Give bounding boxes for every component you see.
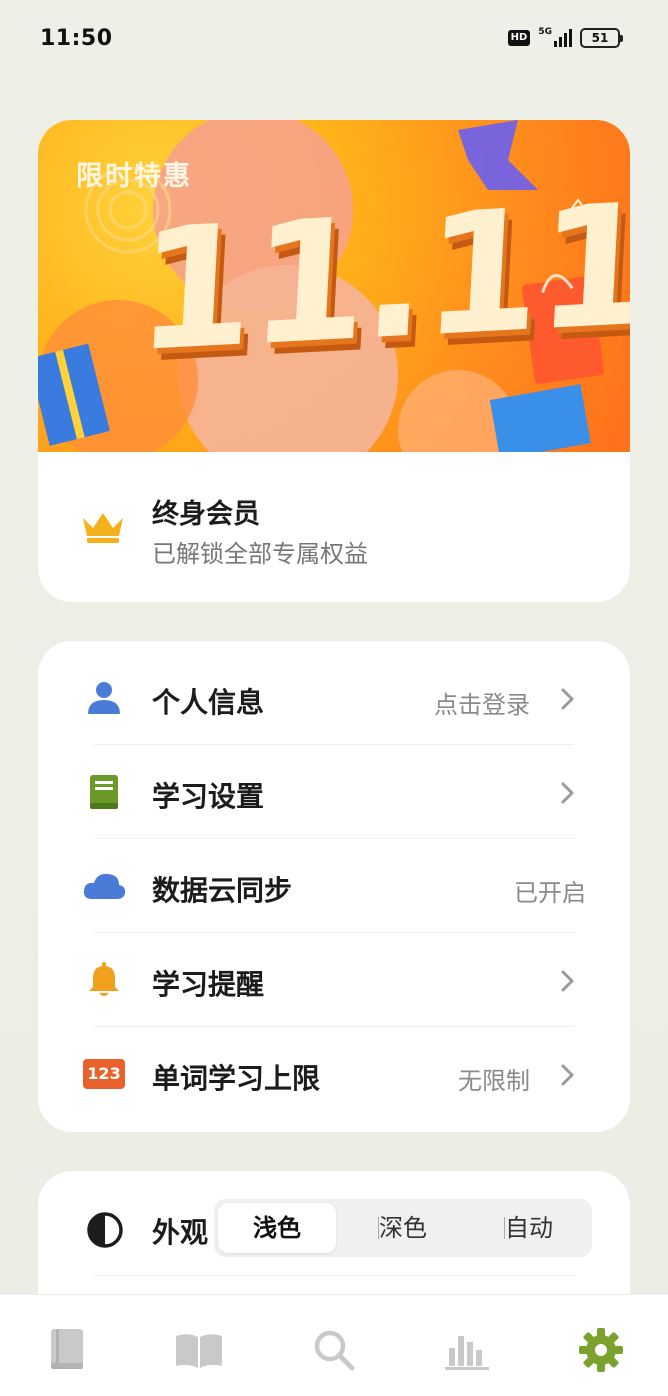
settings-row-word-limit[interactable]: 123 单词学习上限 无限制: [38, 1027, 630, 1121]
settings-row-cloud-sync[interactable]: 数据云同步 已开启: [38, 839, 630, 933]
settings-row-value: 已开启: [514, 879, 586, 907]
tab-stats[interactable]: [442, 1325, 492, 1375]
tab-settings[interactable]: [576, 1325, 626, 1375]
status-bar: 11:50 HD 5G 51: [0, 0, 668, 80]
appearance-option-dark[interactable]: 深色: [344, 1203, 462, 1253]
gear-icon: [579, 1328, 623, 1372]
membership-card[interactable]: 限时特惠 11.11 终身会员 已解锁全部专属权益: [38, 120, 630, 602]
promo-banner[interactable]: 限时特惠 11.11: [38, 120, 630, 452]
settings-row-value: 点击登录: [434, 691, 530, 719]
person-icon: [82, 678, 126, 718]
crown-icon: [80, 510, 126, 548]
cloud-icon: [82, 866, 126, 906]
chevron-right-icon: [561, 782, 574, 804]
tab-search[interactable]: [309, 1325, 359, 1375]
settings-row-label: 数据云同步: [152, 874, 293, 907]
contrast-icon: [86, 1211, 124, 1253]
book-icon: [82, 772, 126, 812]
tab-reading[interactable]: [174, 1325, 224, 1375]
chevron-right-icon: [561, 970, 574, 992]
membership-row[interactable]: 终身会员 已解锁全部专属权益: [38, 452, 630, 602]
tab-wordbook[interactable]: [42, 1325, 92, 1375]
settings-row-study[interactable]: 学习设置: [38, 745, 630, 839]
chevron-right-icon: [561, 688, 574, 710]
settings-card: 个人信息 点击登录 学习设置 数据云同步 已开启 学习提醒 123 单词学习上限…: [38, 641, 630, 1132]
hd-badge: HD: [507, 30, 531, 46]
membership-subtitle: 已解锁全部专属权益: [152, 540, 368, 568]
signal-icon: [554, 29, 572, 47]
stats-icon: [445, 1336, 489, 1370]
settings-row-value: 无限制: [458, 1067, 530, 1095]
divider: [94, 1275, 574, 1276]
membership-title: 终身会员: [152, 499, 260, 530]
promo-tag: 限时特惠: [76, 161, 192, 192]
bell-icon: [82, 960, 126, 1000]
appearance-option-auto[interactable]: 自动: [470, 1203, 588, 1253]
open-book-icon: [176, 1334, 222, 1368]
status-indicators: HD 5G 51: [507, 27, 623, 48]
settings-row-label: 个人信息: [152, 686, 265, 719]
promo-headline: 11.11: [131, 166, 630, 390]
network-label: 5G: [538, 27, 552, 37]
battery-icon: 51: [580, 28, 623, 48]
wordbook-icon: [51, 1329, 83, 1369]
chevron-right-icon: [561, 1064, 574, 1086]
numbers-icon-text: 123: [83, 1059, 125, 1089]
settings-row-label: 学习设置: [152, 780, 265, 813]
bottom-tab-bar: [0, 1294, 668, 1396]
settings-row-reminder[interactable]: 学习提醒: [38, 933, 630, 1027]
search-icon: [314, 1330, 355, 1371]
numbers-icon: 123: [82, 1054, 126, 1094]
settings-row-label: 学习提醒: [152, 968, 265, 1001]
status-time: 11:50: [40, 26, 113, 51]
appearance-option-light[interactable]: 浅色: [218, 1203, 336, 1253]
settings-row-label: 单词学习上限: [152, 1062, 321, 1095]
settings-row-profile[interactable]: 个人信息 点击登录: [38, 651, 630, 745]
appearance-segmented-control[interactable]: 浅色 深色 自动: [214, 1199, 592, 1257]
appearance-label: 外观: [152, 1216, 209, 1249]
